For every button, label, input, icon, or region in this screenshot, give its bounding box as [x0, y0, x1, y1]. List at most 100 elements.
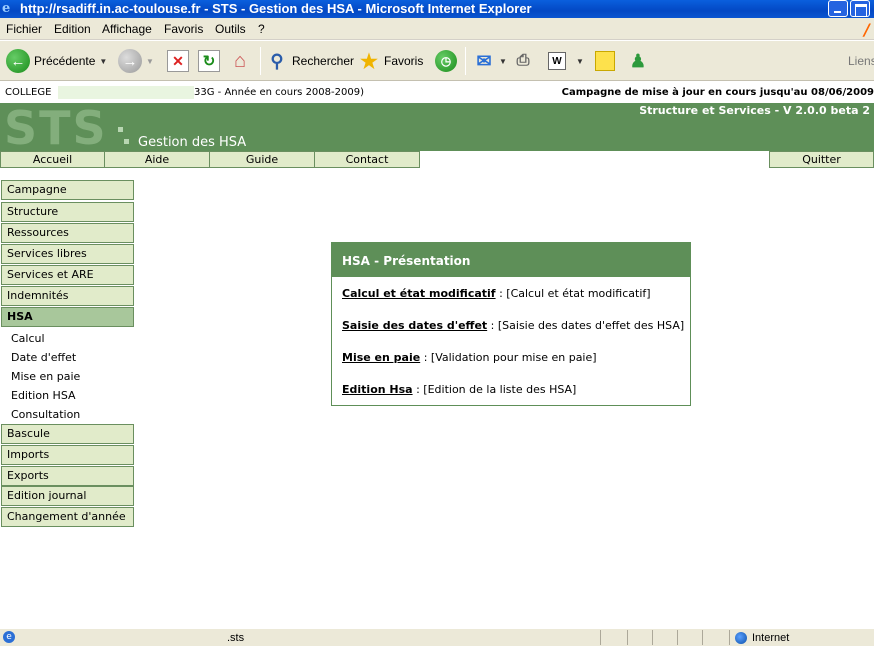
edit-dropdown-icon[interactable]: ▼: [576, 57, 584, 66]
sidebar-item-bascule[interactable]: Bascule: [1, 424, 134, 444]
printer-icon: ⎙: [516, 52, 530, 69]
quit-button[interactable]: Quitter: [769, 151, 874, 168]
menu-outils[interactable]: Outils: [215, 22, 246, 36]
hsa-presentation-panel: HSA - Présentation Calcul et état modifi…: [331, 242, 691, 406]
status-divider: [627, 630, 628, 645]
menu-affichage[interactable]: Affichage: [102, 22, 152, 36]
links-label[interactable]: Liens: [848, 54, 874, 68]
page-status-icon: e: [3, 631, 15, 643]
menu-help[interactable]: ?: [258, 22, 265, 36]
edit-button[interactable]: W ▼: [548, 47, 584, 75]
status-divider: [652, 630, 653, 645]
favorites-button[interactable]: ★ Favoris: [358, 47, 423, 75]
panel-row: Mise en paie : [Validation pour mise en …: [342, 351, 597, 364]
status-divider: [729, 630, 730, 645]
mail-icon: ✉: [476, 50, 492, 71]
mail-button[interactable]: ✉ ▼: [473, 47, 507, 75]
toolbar-separator: [260, 47, 261, 75]
status-divider: [600, 630, 601, 645]
status-divider: [702, 630, 703, 645]
menu-edition[interactable]: Edition: [54, 22, 91, 36]
panel-title: HSA - Présentation: [332, 243, 690, 277]
browser-toolbar: ← Précédente ▼ → ▼ ✕ ↻ ⌂ ⚲ Rechercher ★ …: [0, 41, 874, 81]
sidebar-subitem-edition-hsa[interactable]: Edition HSA: [11, 389, 76, 402]
stop-button[interactable]: ✕: [167, 47, 189, 75]
sts-logo: STS: [4, 101, 108, 155]
refresh-icon: ↻: [198, 50, 220, 72]
sidebar-subitem-date-effet[interactable]: Date d'effet: [11, 351, 76, 364]
sidebar-item-ressources[interactable]: Ressources: [1, 223, 134, 243]
back-button[interactable]: ← Précédente ▼: [6, 47, 107, 75]
history-button[interactable]: ◷: [435, 47, 457, 75]
tab-aide[interactable]: Aide: [104, 151, 210, 168]
row-description: : [Calcul et état modificatif]: [495, 287, 651, 300]
minimize-button[interactable]: [828, 0, 848, 17]
app-title: Gestion des HSA: [138, 135, 247, 150]
edit-document-icon: W: [548, 52, 566, 70]
row-description: : [Validation pour mise en paie]: [420, 351, 597, 364]
info-bar: COLLEGE 33G - Année en cours 2008-2009) …: [0, 84, 874, 103]
history-icon: ◷: [435, 50, 457, 72]
star-icon: ★: [360, 50, 378, 73]
search-icon: ⚲: [270, 50, 284, 71]
sidebar-subitem-mise-en-paie[interactable]: Mise en paie: [11, 370, 80, 383]
panel-row: Calcul et état modificatif : [Calcul et …: [342, 287, 651, 300]
print-button[interactable]: ⎙: [512, 47, 534, 75]
maximize-button[interactable]: [850, 0, 870, 17]
messenger-button[interactable]: ♟: [627, 47, 649, 75]
mail-dropdown-icon[interactable]: ▼: [499, 57, 507, 66]
stop-icon: ✕: [167, 50, 189, 72]
link-calcul-etat[interactable]: Calcul et état modificatif: [342, 287, 496, 300]
nav-bar: Accueil Aide Guide Contact Quitter: [0, 151, 874, 168]
link-mise-en-paie[interactable]: Mise en paie: [342, 351, 420, 364]
forward-arrow-icon: →: [118, 49, 142, 73]
link-saisie-dates[interactable]: Saisie des dates d'effet: [342, 319, 487, 332]
sidebar-item-edition-journal[interactable]: Edition journal: [1, 486, 134, 506]
tab-accueil[interactable]: Accueil: [0, 151, 105, 168]
sidebar-item-hsa[interactable]: HSA: [1, 307, 134, 327]
logo-dot: [124, 139, 129, 144]
search-button[interactable]: ⚲ Rechercher: [266, 47, 354, 75]
panel-row: Edition Hsa : [Edition de la liste des H…: [342, 383, 576, 396]
redacted-college-name: [58, 86, 194, 99]
sidebar-item-imports[interactable]: Imports: [1, 445, 134, 465]
security-zone: Internet: [752, 632, 790, 644]
forward-dropdown-icon[interactable]: ▼: [146, 57, 154, 66]
school-year-text: 33G - Année en cours 2008-2009): [194, 87, 364, 98]
toolbar-separator: [465, 47, 466, 75]
home-icon: ⌂: [233, 49, 247, 72]
menu-fichier[interactable]: Fichier: [6, 22, 42, 36]
sidebar-subitem-calcul[interactable]: Calcul: [11, 332, 45, 345]
refresh-button[interactable]: ↻: [198, 47, 220, 75]
note-button[interactable]: [595, 47, 615, 75]
sidebar-item-services-libres[interactable]: Services libres: [1, 244, 134, 264]
row-description: : [Saisie des dates d'effet des HSA]: [487, 319, 685, 332]
tab-contact[interactable]: Contact: [314, 151, 420, 168]
row-description: : [Edition de la liste des HSA]: [412, 383, 577, 396]
college-label: COLLEGE: [5, 87, 52, 98]
sidebar-subitem-consultation[interactable]: Consultation: [11, 408, 80, 421]
window-title: http://rsadiff.in.ac-toulouse.fr - STS -…: [20, 1, 532, 16]
menu-favoris[interactable]: Favoris: [164, 22, 203, 36]
sidebar-item-services-are[interactable]: Services et ARE: [1, 265, 134, 285]
sidebar-item-exports[interactable]: Exports: [1, 466, 134, 486]
tab-guide[interactable]: Guide: [209, 151, 315, 168]
back-label: Précédente: [34, 54, 96, 68]
windows-logo-icon: /: [864, 20, 870, 39]
app-version: Structure et Services - V 2.0.0 beta 2: [639, 104, 870, 117]
globe-icon: [735, 632, 747, 644]
back-dropdown-icon[interactable]: ▼: [99, 57, 107, 66]
search-label: Rechercher: [292, 54, 355, 68]
panel-row: Saisie des dates d'effet : [Saisie des d…: [342, 319, 684, 332]
status-divider: [677, 630, 678, 645]
sidebar-item-changement-annee[interactable]: Changement d'année: [1, 507, 134, 527]
sidebar-item-structure[interactable]: Structure: [1, 202, 134, 222]
ie-logo-icon: e: [2, 1, 11, 16]
home-button[interactable]: ⌂: [229, 47, 251, 75]
forward-button[interactable]: → ▼: [118, 47, 154, 75]
status-bar: e .sts Internet: [0, 628, 874, 646]
link-edition-hsa[interactable]: Edition Hsa: [342, 383, 413, 396]
menu-bar: Fichier Edition Affichage Favoris Outils…: [0, 18, 874, 40]
sidebar-item-indemnites[interactable]: Indemnités: [1, 286, 134, 306]
sidebar-item-campagne[interactable]: Campagne: [1, 180, 134, 200]
